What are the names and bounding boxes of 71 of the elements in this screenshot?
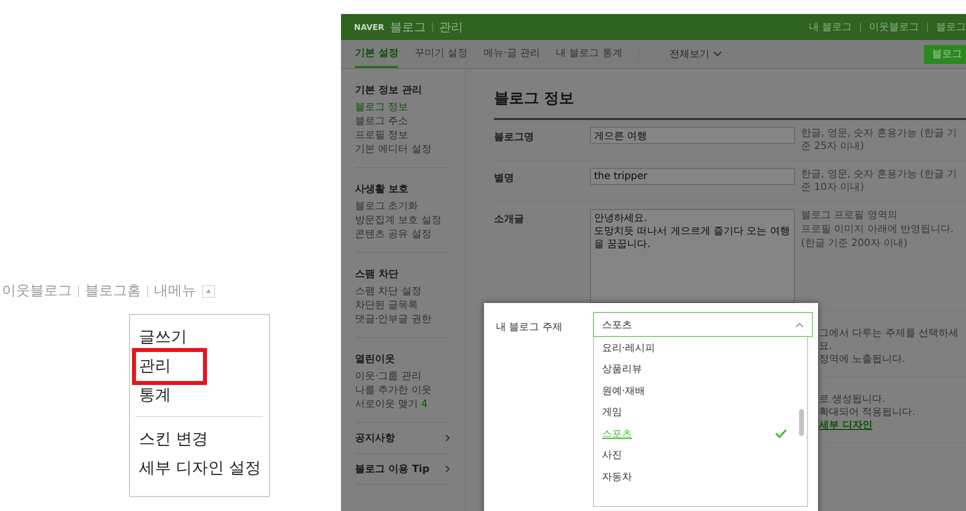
view-all-dropdown[interactable]: 전체보기 (669, 40, 722, 68)
chevron-right-icon (445, 434, 450, 442)
menu-item[interactable]: 세부 디자인 설정 (136, 454, 263, 483)
sidebar-link[interactable]: 공지사항 (355, 423, 450, 454)
option-item[interactable]: 원예·재배 (594, 380, 797, 402)
sidebar-heading: 열린이웃 (355, 353, 396, 366)
topic-select[interactable]: 스포츠 (593, 312, 813, 337)
nav-tab[interactable]: 내 블로그 통계 (556, 40, 622, 68)
sidebar-item[interactable]: 블로그 정보 (355, 101, 450, 115)
field-hint: 로 생성됩니다. (819, 393, 886, 406)
top-link[interactable]: 내메뉴 (154, 282, 196, 300)
nav-tab[interactable]: 기본 설정 (355, 40, 398, 68)
sidebar-item[interactable]: 블로그 주소 (355, 115, 450, 129)
field-hint: 한글, 영문, 숫자 혼용가능 (한글 기준 25자 이내) (801, 127, 958, 153)
blog-button[interactable]: 블로그 (924, 44, 966, 64)
option-item[interactable]: 상품리뷰 (594, 358, 797, 380)
top-link[interactable]: 블로그홈 (85, 282, 141, 300)
sidebar-item[interactable]: 서로이웃 맺기 4 (355, 398, 450, 412)
section-title: 관리 (439, 18, 464, 36)
nav-tab[interactable]: 꾸미기 설정 (414, 40, 468, 68)
chevron-right-icon (445, 465, 450, 473)
field-label: 블로그명 (494, 131, 535, 145)
menu-item[interactable]: 통계 (136, 381, 263, 410)
sidebar-item[interactable]: 기본 에디터 설정 (355, 143, 450, 157)
sidebar-item[interactable]: 댓글·안부글 권한 (355, 313, 450, 327)
sidebar-item[interactable]: 블로그 초기화 (355, 200, 450, 214)
sidebar-item[interactable]: 이웃·그룹 관리 (355, 370, 450, 384)
field-label: 소개글 (494, 213, 525, 227)
chevron-up-icon (795, 322, 804, 328)
field-hint: 확대되어 적용됩니다. (819, 406, 916, 419)
sidebar-link[interactable]: 블로그 이용 Tip (355, 454, 450, 485)
field-hint: 한글, 영문, 숫자 혼용가능 (한글 기준 10자 이내) (801, 168, 958, 194)
option-item[interactable]: 스포츠 (594, 423, 797, 444)
field-hint: 블로그 프로필 영역의 (801, 209, 898, 222)
menu-item[interactable]: 글쓰기 (136, 323, 263, 352)
header-link[interactable]: 블로그 (936, 20, 966, 34)
page-title: 블로그 정보 (494, 88, 576, 109)
app-title: 블로그 (390, 18, 426, 36)
field-label: 별명 (494, 172, 515, 186)
sidebar-heading: 사생활 보호 (355, 183, 410, 196)
option-item[interactable]: 요리·레시피 (594, 337, 797, 358)
brand-logo: NAVER (354, 22, 384, 32)
input-field[interactable]: 게으른 여행 (590, 127, 795, 144)
caret-icon[interactable] (202, 284, 215, 298)
option-item[interactable]: 자동차 (594, 466, 797, 488)
field-hint: 정역에 노출됩니다. (819, 353, 906, 366)
input-field[interactable]: the tripper (590, 168, 795, 185)
sidebar-item[interactable]: 방문집계 보호 설정 (355, 214, 450, 228)
sidebar-item[interactable]: 차단된 글목록 (355, 299, 450, 313)
chevron-down-icon (713, 51, 722, 57)
textarea-field[interactable]: 안녕하세요. 도망치듯 떠나서 게으르게 즐기다 오는 여행을 꿈꿉니다. (590, 209, 795, 303)
menu-item[interactable]: 스킨 변경 (136, 425, 263, 454)
sidebar-item[interactable]: 나를 추가한 이웃 (355, 384, 450, 398)
option-item[interactable]: 게임 (594, 402, 797, 423)
top-link[interactable]: 이웃블로그 (2, 282, 72, 300)
field-label: 내 블로그 주제 (496, 321, 564, 335)
sidebar-heading: 스팸 차단 (355, 268, 400, 281)
header-link[interactable]: 이웃블로그 (869, 20, 919, 34)
sidebar-heading: 기본 정보 관리 (355, 84, 423, 97)
option-item[interactable]: 사진 (594, 444, 797, 466)
field-hint: (한글 기준 200자 이내) (801, 237, 908, 250)
check-icon (775, 429, 787, 438)
nav-tab[interactable]: 메뉴·글 관리 (484, 40, 540, 68)
sidebar-item[interactable]: 콘텐츠 공유 설정 (355, 228, 450, 242)
scrollbar[interactable] (799, 409, 804, 436)
detail-link[interactable]: 세부 디자인 (819, 419, 872, 432)
field-hint: 프로필 이미지 아래에 반영됩니다. (801, 223, 955, 236)
sidebar-item[interactable]: 프로필 정보 (355, 129, 450, 143)
header-link[interactable]: 내 블로그 (808, 20, 852, 34)
sidebar-item[interactable]: 스팸 차단 설정 (355, 285, 450, 299)
field-hint: 그에서 다루는 주제를 선택하세요. (819, 327, 960, 353)
